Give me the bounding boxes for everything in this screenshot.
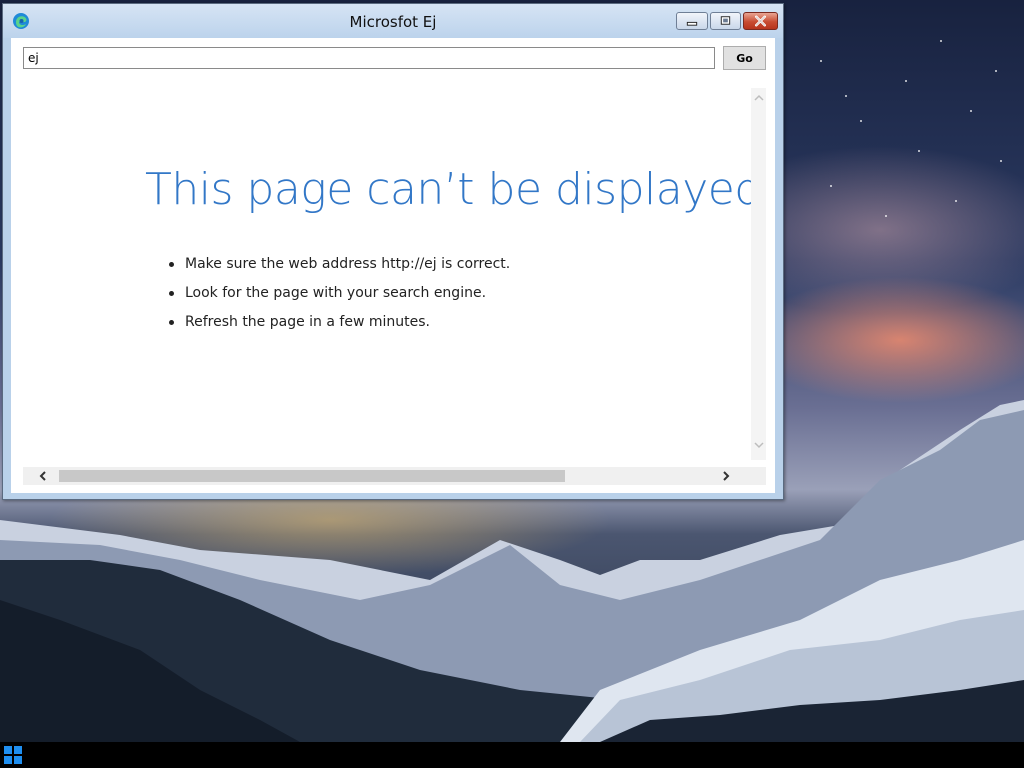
star xyxy=(830,185,832,187)
maximize-button[interactable] xyxy=(710,12,741,30)
star xyxy=(955,200,957,202)
vertical-scrollbar[interactable] xyxy=(751,88,766,460)
star xyxy=(918,150,920,152)
star xyxy=(940,40,942,42)
minimize-button[interactable] xyxy=(676,12,708,30)
browser-window: Microsfot Ej Go This page can’t be displ… xyxy=(2,3,784,500)
horizontal-scrollbar[interactable] xyxy=(23,467,766,485)
chevron-right-icon[interactable] xyxy=(720,470,732,482)
star xyxy=(995,70,997,72)
star xyxy=(1000,160,1002,162)
star xyxy=(885,215,887,217)
list-item: Refresh the page in a few minutes. xyxy=(169,312,510,341)
browser-client-area: Go This page can’t be displayed Make sur… xyxy=(11,38,775,493)
minimize-icon xyxy=(686,21,698,26)
suggestion-list: Make sure the web address http://ej is c… xyxy=(169,254,510,341)
title-bar[interactable]: Microsfot Ej xyxy=(3,4,783,38)
list-item: Make sure the web address http://ej is c… xyxy=(169,254,510,283)
list-item: Look for the page with your search engin… xyxy=(169,283,510,312)
star xyxy=(860,120,862,122)
close-button[interactable] xyxy=(743,12,778,30)
star xyxy=(905,80,907,82)
windows-start-icon[interactable] xyxy=(4,746,22,764)
taskbar xyxy=(0,742,1024,768)
error-heading: This page can’t be displayed xyxy=(145,164,751,215)
chevron-up-icon[interactable] xyxy=(753,93,765,103)
maximize-icon xyxy=(720,16,731,25)
address-input[interactable] xyxy=(23,47,715,69)
star xyxy=(970,110,972,112)
close-icon xyxy=(755,15,766,27)
star xyxy=(820,60,822,62)
chevron-down-icon[interactable] xyxy=(753,440,765,450)
horizontal-scroll-thumb[interactable] xyxy=(59,470,565,482)
chevron-left-icon[interactable] xyxy=(37,470,49,482)
error-page: This page can’t be displayed Make sure t… xyxy=(23,88,751,460)
go-button[interactable]: Go xyxy=(723,46,766,70)
star xyxy=(845,95,847,97)
window-title: Microsfot Ej xyxy=(349,13,437,31)
